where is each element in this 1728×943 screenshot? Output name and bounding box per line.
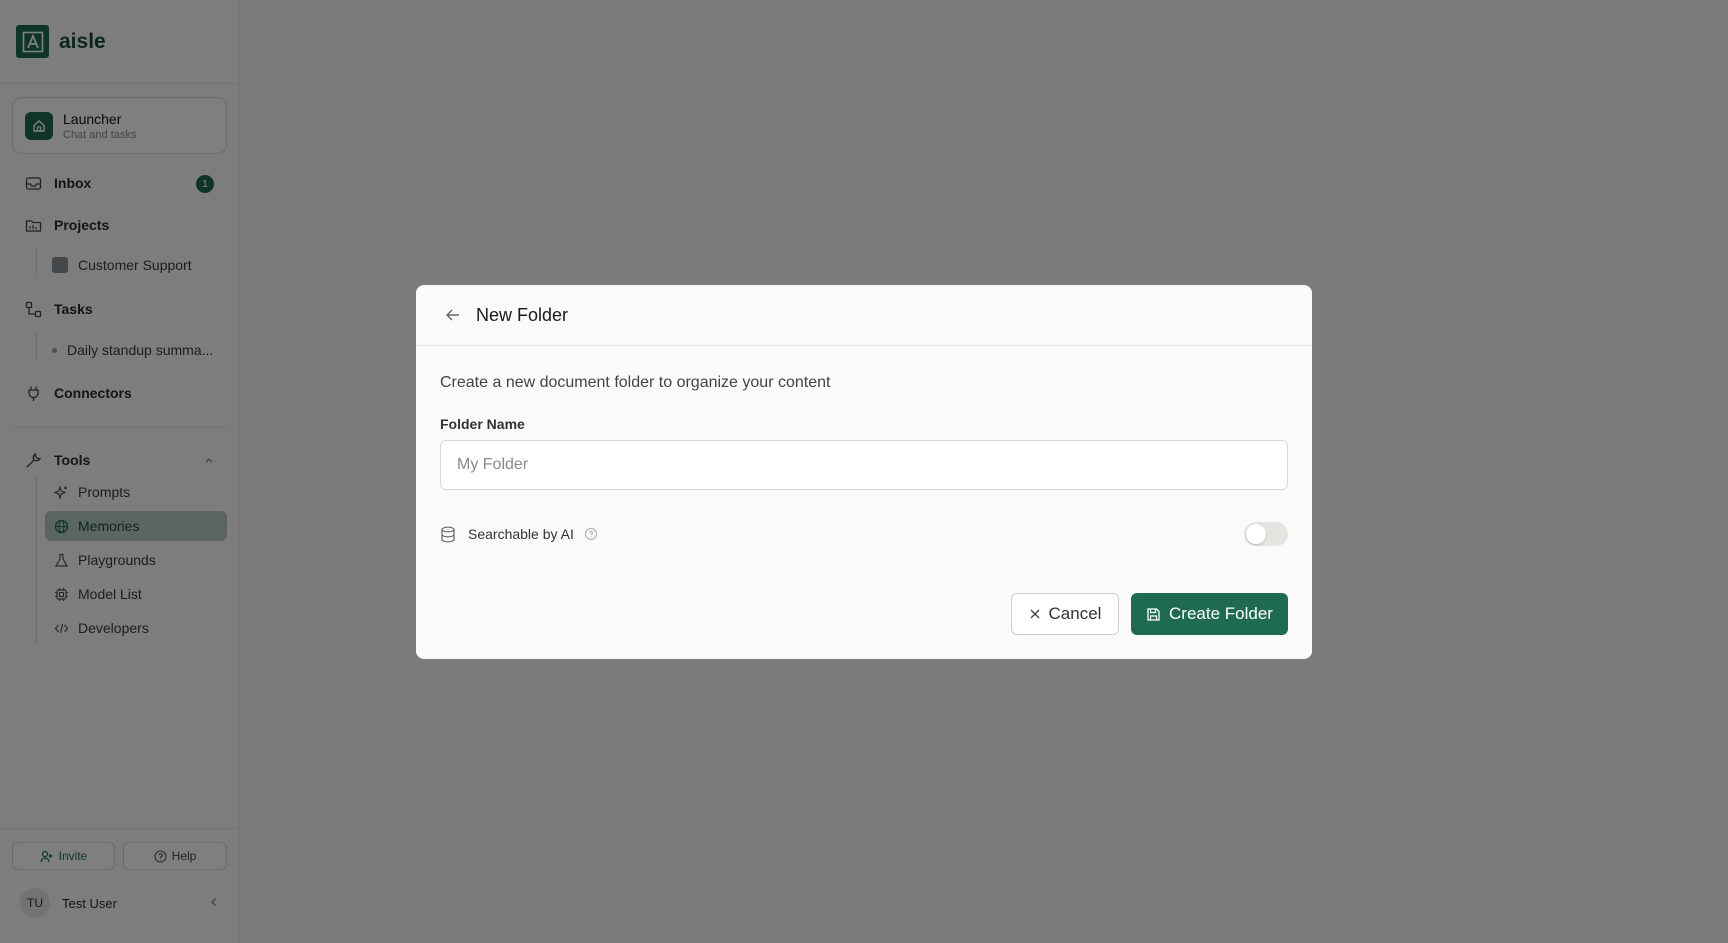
dialog-title: New Folder	[476, 304, 569, 325]
searchable-row: Searchable by AI	[440, 521, 1288, 547]
folder-name-input[interactable]	[440, 440, 1288, 490]
back-arrow-icon[interactable]	[444, 306, 462, 324]
save-icon	[1147, 607, 1160, 621]
close-icon	[1030, 609, 1040, 619]
dialog-actions: Cancel Create Folder	[1011, 593, 1288, 635]
dialog-description: Create a new document folder to organize…	[440, 374, 831, 391]
cancel-button[interactable]: Cancel	[1011, 593, 1119, 635]
searchable-toggle[interactable]	[1244, 522, 1288, 546]
toggle-knob	[1246, 524, 1266, 544]
folder-name-label: Folder Name	[440, 416, 525, 432]
create-folder-label: Create Folder	[1169, 604, 1273, 623]
searchable-label: Searchable by AI	[468, 526, 574, 542]
dialog-header: New Folder	[416, 285, 1312, 346]
info-circle-icon[interactable]	[584, 527, 598, 541]
database-icon	[440, 526, 456, 543]
new-folder-dialog: New Folder Create a new document folder …	[416, 285, 1312, 659]
create-folder-button[interactable]: Create Folder	[1131, 593, 1288, 635]
cancel-label: Cancel	[1048, 604, 1102, 623]
